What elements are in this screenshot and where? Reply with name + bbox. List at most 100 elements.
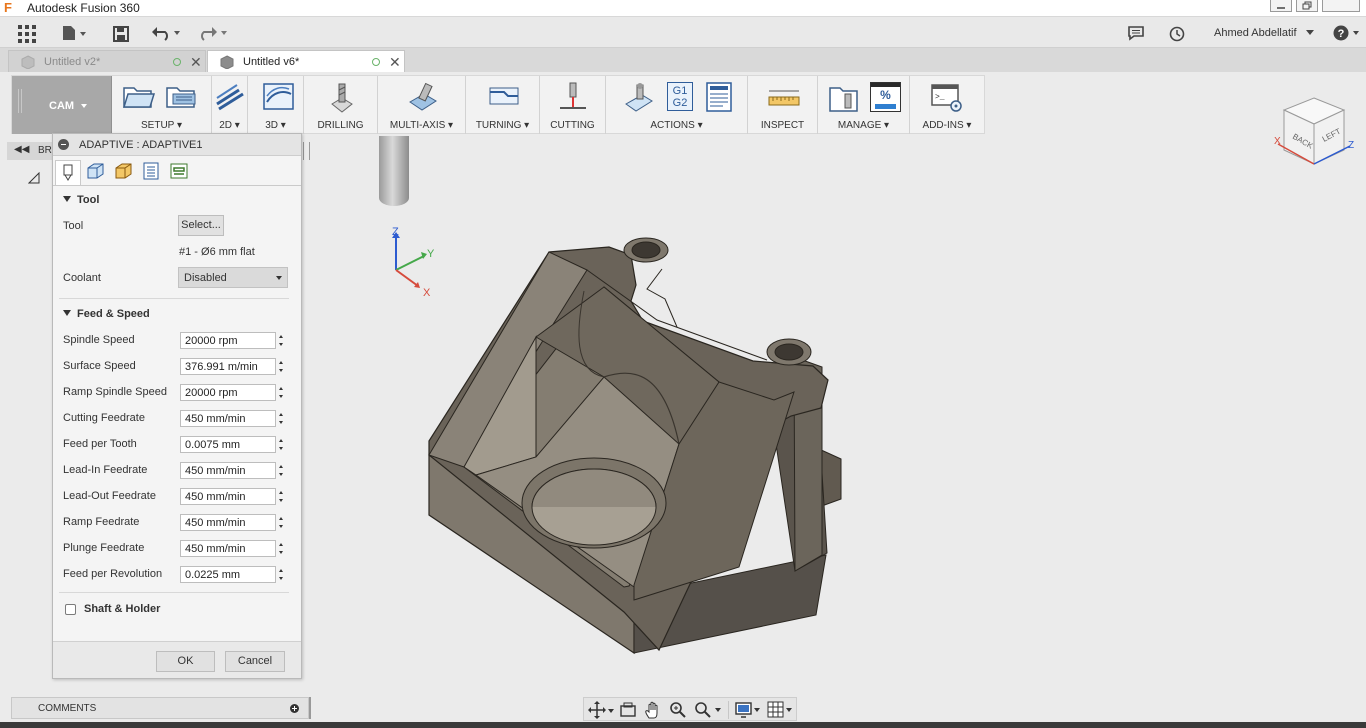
- grid-icon[interactable]: [18, 25, 36, 47]
- percent-text: %: [880, 88, 891, 102]
- tool-section-header[interactable]: Tool: [63, 194, 99, 206]
- file-icon[interactable]: [62, 25, 86, 47]
- comments-grip[interactable]: [309, 697, 311, 719]
- tool-library-icon: [829, 87, 858, 112]
- turning-group[interactable]: TURNING ▾: [466, 76, 540, 134]
- 3d-group[interactable]: 3D ▾: [248, 76, 304, 134]
- add-ins-label: ADD-INS ▾: [922, 120, 972, 131]
- 2d-label: 2D ▾: [219, 120, 240, 131]
- post-process-icon: G1 G2: [667, 82, 693, 111]
- feed-row-input[interactable]: 0.0225 mm: [180, 566, 276, 583]
- drilling-group[interactable]: DRILLING: [304, 76, 378, 134]
- svg-text:?: ?: [1338, 28, 1345, 40]
- feed-row-input[interactable]: 450 mm/min: [180, 540, 276, 557]
- view-cube[interactable]: BACK LEFT X Z: [1272, 92, 1362, 176]
- actions-group[interactable]: G1 G2 ACTIONS ▾: [606, 76, 748, 134]
- tab-heights[interactable]: [111, 160, 137, 184]
- spinner-arrows-icon[interactable]: [279, 489, 285, 504]
- add-comment-icon[interactable]: [290, 704, 299, 713]
- tab-linking[interactable]: [167, 160, 193, 184]
- heights-tab-icon: [115, 163, 132, 179]
- spinner-arrows-icon[interactable]: [279, 541, 285, 556]
- feed-row-input[interactable]: 450 mm/min: [180, 462, 276, 479]
- user-name: Ahmed Abdellatif: [1214, 27, 1297, 39]
- redo-icon[interactable]: [197, 26, 229, 48]
- feed-row-input[interactable]: 0.0075 mm: [180, 436, 276, 453]
- feed-section-title: Feed & Speed: [77, 308, 150, 320]
- help-icon[interactable]: ?: [1333, 25, 1361, 47]
- dialog-footer: OK Cancel: [53, 641, 301, 678]
- feed-row-input[interactable]: 450 mm/min: [180, 410, 276, 427]
- spinner-arrows-icon[interactable]: [279, 385, 285, 400]
- dialog-header[interactable]: ADAPTIVE : ADAPTIVE1: [53, 134, 301, 156]
- collapse-dialog-icon[interactable]: [58, 139, 69, 150]
- tab-untitled-v2[interactable]: Untitled v2* ✕: [8, 50, 206, 72]
- select-tool-button[interactable]: Select...: [178, 215, 224, 236]
- collapse-browser-icon[interactable]: ◀◀: [14, 144, 29, 155]
- panel-resize-grip[interactable]: [303, 142, 310, 160]
- spinner-arrows-icon[interactable]: [279, 437, 285, 452]
- tab-geometry[interactable]: [83, 160, 109, 184]
- manage-group[interactable]: % MANAGE ▾: [818, 76, 910, 134]
- quick-access-toolbar: Ahmed Abdellatif ?: [0, 17, 1366, 48]
- taskbar-edge: [0, 722, 1366, 728]
- close-window-button[interactable]: [1322, 0, 1360, 12]
- close-icon[interactable]: ✕: [190, 54, 202, 71]
- feed-section-header[interactable]: Feed & Speed: [63, 308, 150, 320]
- feed-row-input[interactable]: 20000 rpm: [180, 384, 276, 401]
- navigation-toolbar: [583, 697, 797, 721]
- tab-untitled-v6[interactable]: Untitled v6* ✕: [207, 50, 405, 72]
- browser-header[interactable]: ◀◀ BR: [7, 142, 53, 160]
- spinner-arrows-icon[interactable]: [279, 359, 285, 374]
- add-ins-group[interactable]: >_ ADD-INS ▾: [910, 76, 984, 134]
- cutting-group[interactable]: CUTTING: [540, 76, 606, 134]
- pan-hand-icon[interactable]: [644, 701, 662, 719]
- setup-group[interactable]: SETUP ▾: [112, 76, 212, 134]
- grid-settings-icon[interactable]: [767, 701, 793, 719]
- orbit-icon[interactable]: [588, 701, 614, 719]
- multi-axis-group[interactable]: MULTI-AXIS ▾: [378, 76, 466, 134]
- spinner-arrows-icon[interactable]: [279, 333, 285, 348]
- feed-row-input[interactable]: 450 mm/min: [180, 514, 276, 531]
- tool-description: #1 - Ø6 mm flat: [179, 246, 255, 258]
- shaft-holder-checkbox[interactable]: [65, 604, 76, 615]
- coolant-select[interactable]: Disabled: [178, 267, 288, 288]
- comment-icon[interactable]: [1128, 26, 1144, 48]
- part-model[interactable]: [424, 237, 844, 657]
- comments-bar[interactable]: COMMENTS: [11, 697, 309, 719]
- restore-button[interactable]: [1296, 0, 1318, 12]
- grip-handle[interactable]: [18, 89, 22, 113]
- spinner-arrows-icon[interactable]: [279, 567, 285, 582]
- divider: [59, 298, 289, 299]
- workspace-switcher-button[interactable]: CAM: [12, 76, 112, 134]
- tab-tool[interactable]: [55, 160, 81, 185]
- feed-row-input[interactable]: 376.991 m/min: [180, 358, 276, 375]
- undo-icon[interactable]: [152, 26, 182, 48]
- spinner-arrows-icon[interactable]: [279, 463, 285, 478]
- feed-row-input[interactable]: 20000 rpm: [180, 332, 276, 349]
- look-at-icon[interactable]: [619, 701, 637, 719]
- spinner-arrows-icon[interactable]: [279, 515, 285, 530]
- minimize-button[interactable]: [1270, 0, 1292, 12]
- zoom-window-icon[interactable]: [694, 701, 722, 719]
- tab-label: Untitled v6*: [243, 56, 300, 68]
- history-icon[interactable]: [1169, 26, 1185, 48]
- close-icon[interactable]: ✕: [389, 54, 401, 71]
- title-bar: F Autodesk Fusion 360: [0, 0, 1366, 17]
- zoom-icon[interactable]: [669, 701, 687, 719]
- inspect-group[interactable]: INSPECT: [748, 76, 818, 134]
- expand-triangle-icon[interactable]: [28, 172, 40, 184]
- save-icon[interactable]: [113, 26, 129, 48]
- 2d-group[interactable]: 2D ▾: [212, 76, 248, 134]
- drill-icon: [331, 83, 353, 113]
- feed-row-input[interactable]: 450 mm/min: [180, 488, 276, 505]
- user-menu[interactable]: Ahmed Abdellatif: [1214, 27, 1314, 39]
- display-settings-icon[interactable]: [735, 701, 761, 719]
- feed-row-label: Ramp Feedrate: [63, 516, 140, 528]
- tab-passes[interactable]: [139, 160, 165, 184]
- saved-status-icon: [372, 58, 380, 66]
- cancel-button[interactable]: Cancel: [225, 651, 285, 672]
- feed-row-label: Plunge Feedrate: [63, 542, 145, 554]
- ok-button[interactable]: OK: [156, 651, 215, 672]
- spinner-arrows-icon[interactable]: [279, 411, 285, 426]
